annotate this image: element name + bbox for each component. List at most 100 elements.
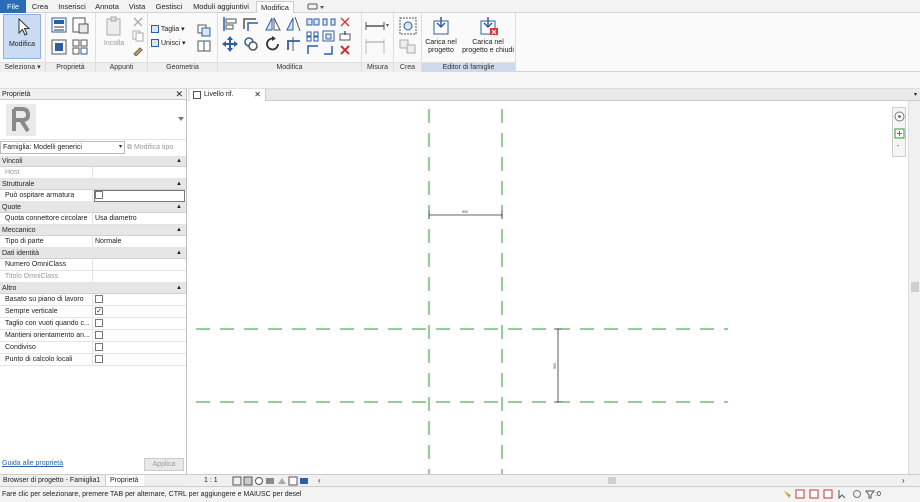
drawing-canvas[interactable]: 500 500 - (188, 101, 908, 474)
visual-style-icon[interactable] (243, 476, 253, 486)
tab-gestisci[interactable]: Gestisci (152, 1, 186, 13)
properties-help-link[interactable]: Guida alle proprietà (2, 460, 63, 467)
group-meccanico[interactable]: Meccanico ▲ (0, 225, 186, 236)
cut-icon[interactable] (132, 16, 144, 28)
detail-level-icon[interactable] (232, 476, 242, 486)
copy-icon[interactable] (132, 30, 144, 42)
background-process-icon[interactable] (853, 490, 861, 498)
type-properties-icon[interactable] (71, 16, 89, 34)
steering-wheel-icon[interactable] (894, 111, 905, 122)
scroll-thumb[interactable] (911, 282, 919, 292)
cut-geometry-button[interactable]: Taglia ▾ (151, 25, 193, 35)
group-vincoli[interactable]: Vincoli ▲ (0, 156, 186, 167)
crop-view-icon[interactable] (278, 478, 286, 484)
align-icon[interactable] (221, 15, 239, 33)
close-icon[interactable]: ✕ (175, 89, 183, 100)
tab-annota[interactable]: Annota (92, 1, 122, 13)
trim-extend-icon[interactable] (285, 35, 303, 53)
group-strutturale[interactable]: Strutturale ▲ (0, 179, 186, 190)
move-icon[interactable] (221, 35, 239, 53)
select-by-face-icon[interactable] (823, 489, 833, 499)
drag-elements-icon[interactable] (838, 490, 846, 500)
rotate-icon[interactable] (264, 35, 282, 53)
scale-icon[interactable] (322, 30, 336, 42)
trim-multiple-icon[interactable] (306, 44, 320, 56)
prop-value[interactable] (94, 259, 95, 271)
select-links-icon[interactable] (784, 491, 791, 498)
show-crop-icon[interactable] (288, 476, 298, 486)
zoom-icon[interactable] (894, 128, 905, 139)
filter-icon[interactable] (865, 490, 875, 499)
copy-element-icon[interactable] (242, 35, 260, 53)
tab-inserisci[interactable]: Inserisci (55, 1, 89, 13)
paste-icon[interactable] (104, 16, 124, 38)
split-element-icon[interactable] (306, 16, 320, 28)
panel-label-appunti: Appunti (96, 62, 147, 72)
tab-menu-icon[interactable]: ▾ (914, 89, 917, 101)
edit-type-button[interactable]: ⧉ Modifica tipo (127, 141, 185, 154)
join-geometry-button[interactable]: Unisci ▾ (151, 39, 193, 49)
group-dati-identita[interactable]: Dati identità ▲ (0, 248, 186, 259)
apply-button[interactable]: Applica (144, 458, 184, 471)
mirror-axis-icon[interactable] (264, 15, 282, 33)
sun-path-icon[interactable] (255, 477, 263, 485)
unpin-icon[interactable] (338, 16, 352, 28)
match-properties-icon[interactable] (132, 44, 144, 56)
scroll-left-icon[interactable]: ‹ (318, 475, 321, 486)
tab-crea[interactable]: Crea (29, 1, 51, 13)
properties-icon[interactable] (50, 16, 68, 34)
vertical-scrollbar[interactable] (908, 101, 920, 474)
checkbox[interactable] (95, 319, 103, 327)
close-icon[interactable]: ✕ (254, 89, 261, 101)
shadows-icon[interactable] (266, 478, 274, 484)
ribbon-display-toggle[interactable] (305, 1, 327, 13)
view-tab-livello[interactable]: Livello rif. ✕ (190, 89, 266, 101)
checkbox[interactable] (95, 331, 103, 339)
zoom-dropdown-icon[interactable]: - (897, 143, 899, 150)
trim-single-icon[interactable] (322, 44, 336, 56)
tab-properties[interactable]: Proprietà (106, 475, 144, 486)
dimension-value-vertical[interactable]: 500 (553, 363, 557, 369)
mirror-draw-icon[interactable] (285, 15, 303, 33)
measure-icon[interactable] (364, 19, 390, 33)
checkbox[interactable] (95, 343, 103, 351)
create-similar-icon[interactable] (398, 38, 418, 56)
wall-joins-icon[interactable] (196, 23, 214, 37)
select-underlay-icon[interactable] (795, 489, 805, 499)
create-group-icon[interactable] (398, 16, 418, 36)
horizontal-scroll-thumb[interactable] (608, 477, 616, 484)
group-altro[interactable]: Altro ▲ (0, 283, 186, 294)
type-selector-dropdown[interactable]: Famiglia: Modelli generici ▾ (0, 141, 125, 154)
checkbox[interactable] (95, 295, 103, 303)
family-category-icon[interactable] (50, 38, 68, 56)
tab-file[interactable]: File (0, 0, 26, 13)
delete-icon[interactable] (338, 44, 352, 56)
split-gap-icon[interactable] (322, 16, 336, 28)
load-and-close-button[interactable]: Carica nel progetto e chiudi (462, 14, 514, 58)
scale-label[interactable]: 1 : 1 (204, 475, 218, 486)
aligned-dimension-icon[interactable] (364, 38, 390, 56)
prop-value[interactable]: Normale (94, 236, 121, 248)
tab-vista[interactable]: Vista (126, 1, 148, 13)
offset-icon[interactable] (242, 15, 260, 33)
modify-button[interactable]: Modifica (3, 14, 41, 59)
checkbox[interactable] (95, 191, 103, 199)
load-into-project-button[interactable]: Carica nel progetto (423, 14, 459, 58)
scroll-right-icon[interactable]: › (902, 475, 905, 486)
checkbox[interactable] (95, 355, 103, 363)
dimension-value-horizontal[interactable]: 500 (462, 210, 468, 214)
group-quote[interactable]: Quote ▲ (0, 202, 186, 213)
chevron-down-icon[interactable] (178, 116, 184, 122)
array-icon[interactable] (306, 30, 320, 42)
prop-value[interactable]: Usa diametro (94, 213, 137, 225)
tab-modifica[interactable]: Modifica (256, 1, 294, 13)
select-pinned-icon[interactable] (809, 489, 819, 499)
pin-icon[interactable] (338, 30, 352, 42)
split-face-icon[interactable] (196, 39, 214, 53)
tab-moduli-aggiuntivi[interactable]: Moduli aggiuntivi (190, 1, 252, 13)
tab-project-browser[interactable]: Browser di progetto - Famiglia1 (0, 475, 106, 486)
temporary-hide-icon[interactable] (300, 478, 308, 484)
checkbox-checked[interactable]: ✓ (95, 307, 103, 315)
family-types-icon[interactable] (71, 38, 89, 56)
select-dropdown[interactable]: Seleziona ▾ (0, 62, 45, 72)
